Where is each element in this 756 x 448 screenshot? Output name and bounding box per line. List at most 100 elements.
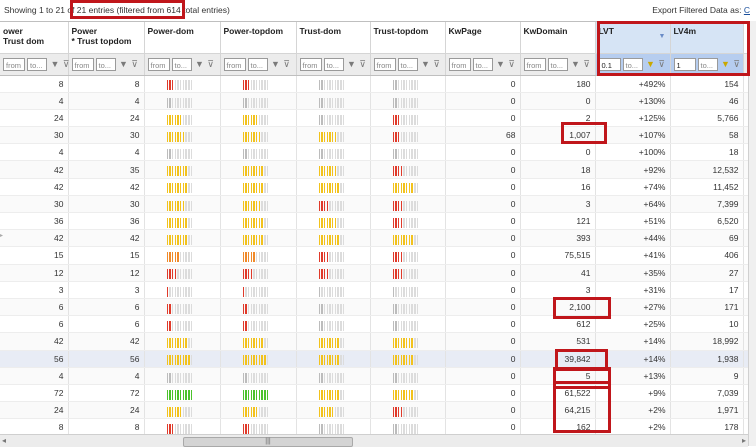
scroll-left-arrow-icon[interactable]: ◂ [2,436,6,445]
filter-clear-icon[interactable]: ⊽ [282,58,292,70]
filter-from-input[interactable]: from [147,57,170,71]
table-row[interactable]: 24 24 0 64,215 +2% 1,971 [0,401,748,420]
table-row[interactable]: 8 8 0 180 +492% 154 [0,75,748,93]
table-row[interactable]: 42 42 0 531 +14% 18,992 [0,332,748,351]
filter-apply-icon[interactable]: ▼ [571,58,581,70]
filter-apply-icon[interactable]: ▼ [496,58,506,70]
column-header[interactable]: Power-dom [144,22,221,54]
rating-bar-segment [414,149,416,160]
filter-apply-icon[interactable]: ▼ [646,58,656,70]
export-csv-link[interactable]: C [744,5,750,15]
filter-from-input[interactable]: from [71,57,94,71]
horizontal-scrollbar-thumb[interactable]: ||| [183,437,353,447]
filter-to-input[interactable]: to... [622,57,643,71]
filter-to-input[interactable]: to... [397,57,418,71]
filter-to-input[interactable]: to... [472,57,493,71]
filter-apply-icon[interactable]: ▼ [119,58,129,70]
column-header[interactable]: Trust-dom [296,22,371,54]
filter-clear-icon[interactable]: ⊽ [358,58,368,70]
column-filter: from to... ▼ ⊽ [68,53,145,76]
rating-bar-segment [264,80,266,91]
rating-bar-segment [405,149,408,160]
column-header[interactable]: KwDomain [520,22,596,54]
table-row[interactable]: 36 36 0 121 +51% 6,520 [0,212,748,231]
filter-from-input[interactable]: from [223,57,246,71]
column-header[interactable]: KwPage [445,22,521,54]
filter-apply-icon[interactable]: ▼ [271,58,281,70]
table-row[interactable]: 24 24 0 2 +125% 5,766 [0,109,748,128]
filter-clear-icon[interactable]: ⊽ [582,58,592,70]
rating-bars [318,217,346,228]
horizontal-scrollbar[interactable]: ◂ ||| ▸ [0,434,748,447]
export-label: Export Filtered Data as: [652,5,742,15]
table-row[interactable]: 15 15 0 75,515 +41% 406 [0,246,748,265]
rating-bar-segment [250,269,253,280]
filter-apply-icon[interactable]: ▼ [195,58,205,70]
rating-bar-segment [250,131,253,142]
filter-clear-icon[interactable]: ⊽ [432,58,442,70]
filter-to-input[interactable]: to... [171,57,192,71]
column-header-label: Trust-topdom [373,26,429,36]
filter-from-input[interactable]: 1 [673,57,696,71]
filter-to-input[interactable]: to... [323,57,344,71]
rating-bar-segment [245,303,247,314]
filter-from-input[interactable]: from [299,57,322,71]
filter-from-input[interactable]: 0.1 [598,57,621,71]
table-row[interactable]: 30 30 0 3 +64% 7,399 [0,195,748,214]
filter-from-input[interactable]: from [523,57,546,71]
rating-bar-segment [331,406,334,417]
table-row[interactable]: 6 6 0 612 +25% 10 [0,315,748,334]
table-row[interactable]: 42 42 0 16 +74% 11,452 [0,178,748,196]
table-row[interactable]: 56 56 0 39,842 +14% 1,938 [0,350,748,368]
table-row[interactable]: 8 8 0 162 +2% 178 [0,418,748,434]
filter-apply-icon[interactable]: ▼ [50,58,60,70]
filter-clear-icon[interactable]: ⊽ [732,58,742,70]
filter-apply-icon[interactable]: ▼ [347,58,357,70]
column-header[interactable]: Power * Trust topdom [68,22,145,54]
rating-bar-segment [258,303,261,314]
filter-to-input[interactable]: to... [95,57,116,71]
filter-from-input[interactable]: from [448,57,471,71]
table-row[interactable]: 6 6 0 2,100 +27% 171 [0,298,748,317]
column-header[interactable]: Power-topdom [220,22,297,54]
kwpage-cell: 0 [445,281,521,299]
filter-clear-icon[interactable]: ⊽ [507,58,517,70]
scroll-right-arrow-icon[interactable]: ▸ [742,436,746,445]
sort-desc-icon[interactable]: ▼ [659,32,666,42]
filter-to-input[interactable]: to... [697,57,718,71]
filter-from-input[interactable]: from [3,57,25,71]
filter-to-input[interactable]: to... [547,57,568,71]
rating-bar-segment [169,406,171,417]
table-row[interactable]: 4 4 0 0 +100% 18 [0,143,748,162]
rating-bar-segment [408,424,411,434]
table-row[interactable]: 30 30 68 1,007 +107% 58 [0,126,748,145]
filter-from-input[interactable]: from [373,57,396,71]
rating-bar-segment [329,183,331,194]
filter-clear-icon[interactable]: ⊽ [206,58,216,70]
column-header[interactable]: LV4m ▼ [659,22,744,54]
table-row[interactable]: 42 35 0 18 +92% 12,532 [0,160,748,179]
rating-bar-segment [185,97,187,108]
rating-bar-segment [171,320,174,331]
rating-bars [242,337,270,349]
rating-bar-segment [261,217,263,228]
table-row[interactable]: 3 3 0 3 +31% 17 [0,281,748,299]
table-row[interactable]: 42 42 0 393 +44% 69 [0,229,748,248]
table-row[interactable]: 4 4 0 0 +130% 46 [0,92,748,110]
rating-bar-segment [340,338,342,349]
column-header[interactable]: ower Trust dom [0,22,69,54]
filter-to-input[interactable]: to... [247,57,268,71]
filter-apply-icon[interactable]: ▼ [721,58,731,70]
filter-apply-icon[interactable]: ▼ [421,58,431,70]
column-header[interactable]: Trust-topdom [370,22,446,54]
vertical-scrollbar[interactable] [748,21,756,446]
table-row[interactable]: 72 72 0 61,522 +9% 7,039 [0,384,748,403]
rating-bar-segment [340,424,342,434]
rating-bars [318,234,346,246]
filter-clear-icon[interactable]: ⊽ [130,58,140,70]
filter-clear-icon[interactable]: ⊽ [657,58,667,70]
filter-to-input[interactable]: to... [27,57,47,71]
column-filter: from to... ▼ ⊽ [520,53,596,76]
table-row[interactable]: 12 12 0 41 +35% 27 [0,264,748,282]
table-row[interactable]: 4 4 0 5 +13% 9 [0,367,748,385]
